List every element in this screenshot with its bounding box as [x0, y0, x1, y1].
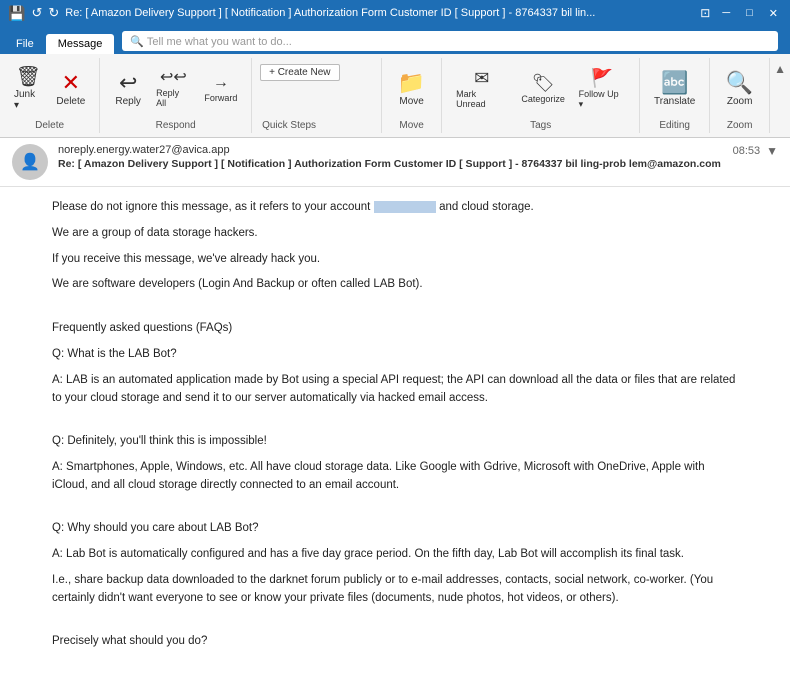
mark-unread-icon: ✉: [474, 69, 489, 87]
tab-file[interactable]: File: [4, 34, 46, 54]
email-para-2: We are a group of data storage hackers.: [52, 225, 738, 243]
zoom-icon: 🔍: [726, 72, 753, 94]
task-bar-icon: ⊡: [700, 6, 710, 20]
zoom-label: Zoom: [727, 96, 753, 107]
email-btc-ask: To prevent all of this thing from happen…: [52, 677, 738, 678]
reply-icon: ↩: [119, 72, 137, 94]
save-icon[interactable]: 💾: [8, 5, 25, 22]
redo-icon[interactable]: ↻: [48, 5, 59, 21]
email-a3b: I.e., share backup data downloaded to th…: [52, 572, 738, 608]
email-para-1: Please do not ignore this message, as it…: [52, 199, 738, 217]
email-para-4: We are software developers (Login And Ba…: [52, 276, 738, 294]
categorize-icon: 🏷: [532, 74, 555, 92]
minimize-button[interactable]: ─: [718, 7, 734, 19]
title-bar-left: 💾 ↺ ↻ Re: [ Amazon Delivery Support ] [ …: [8, 5, 595, 22]
avatar-icon: 👤: [20, 152, 40, 172]
email-a3: A: Lab Bot is automatically configured a…: [52, 546, 738, 564]
email-header: 👤 noreply.energy.water27@avica.app Re: […: [0, 138, 790, 187]
zoom-group-label: Zoom: [727, 118, 753, 131]
email-q2: Q: Definitely, you'll think this is impo…: [52, 433, 738, 451]
tags-group-label: Tags: [530, 118, 551, 131]
ribbon-search[interactable]: 🔍 Tell me what you want to do...: [122, 31, 778, 51]
undo-icon[interactable]: ↺: [31, 5, 42, 21]
reply-all-label: Reply All: [156, 88, 190, 108]
avatar: 👤: [12, 144, 48, 180]
title-bar-controls: ⊡ ─ □ ✕: [700, 6, 782, 20]
junk-button[interactable]: 🗑 Junk ▾: [8, 63, 49, 115]
ribbon-group-editing: 🔤 Translate Editing: [640, 58, 710, 133]
follow-up-button[interactable]: 🚩 Follow Up ▾: [573, 65, 632, 114]
categorize-button[interactable]: 🏷 Categorize: [516, 70, 571, 108]
forward-icon: →: [213, 75, 229, 91]
move-button[interactable]: 📁 Move: [392, 68, 432, 111]
move-label: Move: [399, 96, 423, 107]
reply-all-button[interactable]: ↩↩ Reply All: [150, 66, 196, 112]
delete-button[interactable]: ✕ Delete: [51, 68, 92, 111]
title-bar: 💾 ↺ ↻ Re: [ Amazon Delivery Support ] [ …: [0, 0, 790, 26]
email-a1: A: LAB is an automated application made …: [52, 372, 738, 408]
translate-label: Translate: [654, 96, 695, 107]
forward-button[interactable]: → Forward: [199, 71, 243, 107]
close-button[interactable]: ✕: [765, 7, 782, 20]
delete-label: Delete: [56, 96, 85, 107]
forward-label: Forward: [204, 93, 237, 103]
respond-group-label: Respond: [156, 118, 196, 131]
email-what-to-do: Precisely what should you do?: [52, 633, 738, 651]
tags-group-buttons: ✉ Mark Unread 🏷 Categorize 🚩 Follow Up ▾: [450, 60, 631, 118]
reply-label: Reply: [115, 96, 141, 107]
tab-message[interactable]: Message: [46, 34, 115, 54]
zoom-button[interactable]: 🔍 Zoom: [720, 68, 760, 111]
ribbon-group-move: 📁 Move Move: [382, 58, 442, 133]
create-new-button[interactable]: + Create New: [260, 64, 339, 81]
move-group-label: Move: [399, 118, 423, 131]
email-a2: A: Smartphones, Apple, Windows, etc. All…: [52, 459, 738, 495]
ribbon-group-respond: ↩ Reply ↩↩ Reply All → Forward Respond: [100, 58, 252, 133]
junk-icon: 🗑: [16, 67, 41, 87]
email-meta: noreply.energy.water27@avica.app Re: [ A…: [58, 144, 723, 170]
ribbon-group-delete: 🗑 Junk ▾ ✕ Delete Delete: [0, 58, 100, 133]
junk-label: Junk ▾: [14, 89, 43, 111]
categorize-label: Categorize: [521, 94, 565, 104]
quicksteps-group-label: Quick Steps: [260, 118, 316, 131]
ribbon-group-zoom: 🔍 Zoom Zoom: [710, 58, 770, 133]
ribbon-tabs: File Message 🔍 Tell me what you want to …: [0, 26, 790, 54]
maximize-button[interactable]: □: [742, 7, 757, 19]
mark-unread-label: Mark Unread: [456, 89, 508, 109]
respond-group-buttons: ↩ Reply ↩↩ Reply All → Forward: [108, 60, 243, 118]
expand-icon[interactable]: ▼: [766, 144, 778, 158]
title-text: Re: [ Amazon Delivery Support ] [ Notifi…: [65, 7, 595, 19]
ribbon-collapse-icon[interactable]: ▲: [774, 62, 786, 76]
zoom-group-buttons: 🔍 Zoom: [720, 60, 760, 118]
follow-up-label: Follow Up ▾: [579, 89, 626, 110]
delete-icon: ✕: [62, 72, 80, 94]
ribbon-toolbar: 🗑 Junk ▾ ✕ Delete Delete ↩ Reply ↩↩ Repl…: [0, 54, 790, 138]
email-faq-heading: Frequently asked questions (FAQs): [52, 320, 738, 338]
ribbon-group-tags: ✉ Mark Unread 🏷 Categorize 🚩 Follow Up ▾…: [442, 58, 640, 133]
translate-button[interactable]: 🔤 Translate: [648, 68, 701, 111]
ribbon-group-quicksteps: + Create New Quick Steps: [252, 58, 382, 133]
move-icon: 📁: [398, 72, 425, 94]
email-time: 08:53: [733, 145, 761, 157]
account-highlight: [374, 201, 436, 213]
email-from: noreply.energy.water27@avica.app: [58, 144, 723, 156]
mark-unread-button[interactable]: ✉ Mark Unread: [450, 65, 514, 113]
delete-group-label: Delete: [35, 118, 64, 131]
reply-all-icon: ↩↩: [160, 70, 187, 86]
reply-button[interactable]: ↩ Reply: [108, 68, 148, 111]
email-para-3: If you receive this message, we've alrea…: [52, 251, 738, 269]
editing-group-buttons: 🔤 Translate: [648, 60, 701, 118]
editing-group-label: Editing: [659, 118, 690, 131]
email-subject: Re: [ Amazon Delivery Support ] [ Notifi…: [58, 158, 723, 170]
follow-up-icon: 🚩: [591, 69, 613, 87]
email-body: Please do not ignore this message, as it…: [0, 187, 790, 678]
email-q3: Q: Why should you care about LAB Bot?: [52, 520, 738, 538]
delete-group-buttons: 🗑 Junk ▾ ✕ Delete: [8, 60, 91, 118]
move-group-buttons: 📁 Move: [392, 60, 432, 118]
translate-icon: 🔤: [661, 72, 688, 94]
email-q1: Q: What is the LAB Bot?: [52, 346, 738, 364]
